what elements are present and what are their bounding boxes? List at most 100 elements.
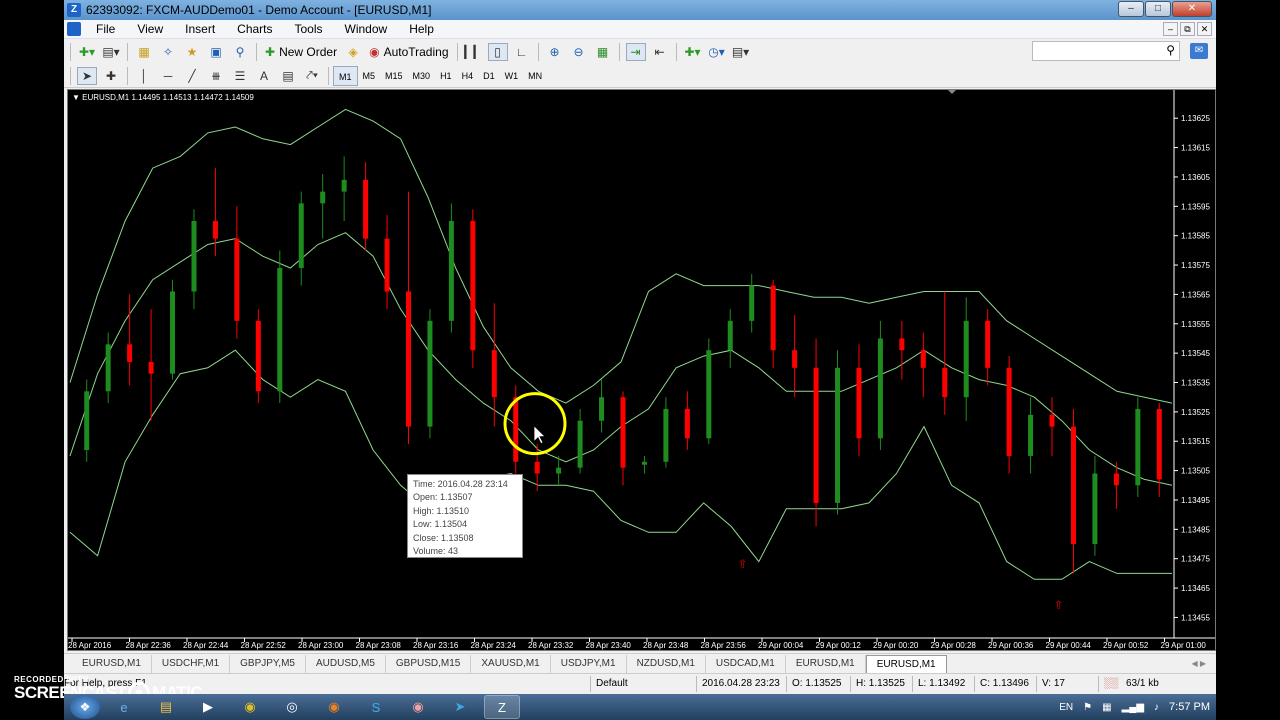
- tab-usdcad-m1[interactable]: USDCAD,M1: [706, 654, 786, 673]
- chart-window[interactable]: 1.13625 1.13615 1.13605 1.13595 1.13585 1.135…: [67, 89, 1216, 651]
- tray-flag-icon[interactable]: ⚑: [1083, 702, 1092, 713]
- indicators-icon[interactable]: ✚▾: [683, 43, 703, 61]
- timeframe-m5[interactable]: M5: [358, 66, 381, 86]
- tab-gbpjpy-m5[interactable]: GBPJPY,M5: [230, 654, 306, 673]
- timeframe-h4[interactable]: H4: [457, 66, 479, 86]
- tab-xauusd-m1[interactable]: XAUUSD,M1: [471, 654, 551, 673]
- equidistant-channel-icon[interactable]: ⧻: [206, 67, 226, 85]
- tab-eurusd-m1-2[interactable]: EURUSD,M1: [786, 654, 866, 673]
- bar-chart-icon[interactable]: ▎▎: [464, 43, 484, 61]
- menu-help[interactable]: Help: [398, 22, 445, 36]
- minimize-button[interactable]: –: [1118, 1, 1144, 17]
- firefox-taskbar-icon[interactable]: ◉: [316, 695, 352, 719]
- candle-body: [1113, 473, 1119, 486]
- price-chart[interactable]: 1.13625 1.13615 1.13605 1.13595 1.13585 1.135…: [68, 90, 1215, 650]
- strategy-tester-icon[interactable]: ⚲: [230, 43, 250, 61]
- autotrading-button[interactable]: ◉ AutoTrading: [365, 42, 452, 62]
- tray-clock[interactable]: 7:57 PM: [1169, 701, 1210, 713]
- data-window-icon[interactable]: ✧: [158, 43, 178, 61]
- tab-nzdusd-m1[interactable]: NZDUSD,M1: [627, 654, 706, 673]
- navigator-icon[interactable]: ★: [182, 43, 202, 61]
- tab-eurusd-m1-active[interactable]: EURUSD,M1: [865, 654, 947, 673]
- new-order-button[interactable]: ✚ New Order: [261, 42, 341, 62]
- close-button[interactable]: ✕: [1172, 1, 1212, 17]
- tray-network-icon[interactable]: ▦: [1102, 702, 1111, 713]
- new-chart-icon[interactable]: ✚▾: [77, 43, 97, 61]
- periods-icon[interactable]: ◷▾: [707, 43, 727, 61]
- language-indicator[interactable]: EN: [1059, 702, 1073, 713]
- media-taskbar-icon[interactable]: ▶: [190, 695, 226, 719]
- price-tick-label: 1.13595: [1181, 202, 1210, 211]
- menu-insert[interactable]: Insert: [174, 22, 226, 36]
- menu-file[interactable]: File: [85, 22, 126, 36]
- status-bar: For Help, press F1 Default 2016.04.28 23…: [64, 673, 1216, 694]
- profiles-icon[interactable]: ▤▾: [101, 43, 121, 61]
- tab-scroll-icon[interactable]: ◀ ▶: [1191, 659, 1206, 668]
- tab-usdchf-m1[interactable]: USDCHF,M1: [152, 654, 231, 673]
- child-restore-button[interactable]: ⧉: [1180, 22, 1195, 36]
- menu-view[interactable]: View: [126, 22, 174, 36]
- telegram-taskbar-icon[interactable]: ➤: [442, 695, 478, 719]
- fibonacci-icon[interactable]: ☰: [230, 67, 250, 85]
- market-watch-icon[interactable]: ▦: [134, 43, 154, 61]
- chart-shift-icon[interactable]: ⇤: [650, 43, 670, 61]
- time-tick-label: 29 Apr 00:12: [816, 641, 862, 650]
- search-input[interactable]: ⚲: [1032, 41, 1180, 61]
- cursor-icon[interactable]: ➤: [77, 66, 97, 85]
- horizontal-line-icon[interactable]: ─: [158, 67, 178, 85]
- child-minimize-button[interactable]: –: [1163, 22, 1178, 36]
- tab-gbpusd-m15[interactable]: GBPUSD,M15: [386, 654, 472, 673]
- child-close-button[interactable]: ✕: [1197, 22, 1212, 36]
- candle-body: [427, 320, 433, 427]
- tray-signal-icon[interactable]: ▂▄▆: [1122, 702, 1144, 713]
- auto-scroll-icon[interactable]: ⇥: [625, 43, 646, 61]
- terminal-taskbar-icon[interactable]: Z: [484, 695, 520, 719]
- candlestick-chart-icon[interactable]: ▯: [487, 43, 508, 61]
- music-taskbar-icon[interactable]: ◉: [400, 695, 436, 719]
- vertical-line-icon[interactable]: │: [134, 67, 154, 85]
- terminal-icon[interactable]: ▣: [206, 43, 226, 61]
- text-label-icon[interactable]: ▤: [278, 67, 298, 85]
- status-low: L: 1.13492: [918, 678, 966, 689]
- tab-eurusd-m1[interactable]: EURUSD,M1: [72, 654, 152, 673]
- menu-tools[interactable]: Tools: [284, 22, 334, 36]
- maximize-button[interactable]: □: [1145, 1, 1171, 17]
- shift-marker-icon: [948, 90, 956, 94]
- timeframe-h1[interactable]: H1: [435, 66, 457, 86]
- timeframe-w1[interactable]: W1: [500, 66, 524, 86]
- timeframe-mn[interactable]: MN: [523, 66, 547, 86]
- tile-windows-icon[interactable]: ▦: [593, 43, 613, 61]
- signal-arrow-icon: ⇧: [1054, 599, 1063, 612]
- zoom-in-icon[interactable]: ⊕: [545, 43, 565, 61]
- crosshair-icon[interactable]: ✚: [101, 67, 121, 85]
- new-order-icon: ✚: [265, 45, 276, 59]
- metaeditor-icon[interactable]: ◈: [343, 43, 363, 61]
- tab-audusd-m5[interactable]: AUDUSD,M5: [306, 654, 386, 673]
- status-profile[interactable]: Default: [596, 678, 628, 689]
- arrows-icon[interactable]: ⤤▾: [302, 67, 322, 85]
- menu-window[interactable]: Window: [334, 22, 399, 36]
- app-taskbar-icon[interactable]: ◎: [274, 695, 310, 719]
- start-button[interactable]: ❖: [70, 695, 100, 719]
- time-tick-label: 29 Apr 00:20: [873, 641, 919, 650]
- price-tick-label: 1.13585: [1181, 232, 1210, 241]
- zoom-out-icon[interactable]: ⊖: [569, 43, 589, 61]
- tray-volume-icon[interactable]: ♪: [1154, 702, 1159, 713]
- skype-taskbar-icon[interactable]: S: [358, 695, 394, 719]
- menu-charts[interactable]: Charts: [226, 22, 283, 36]
- chrome-taskbar-icon[interactable]: ◉: [232, 695, 268, 719]
- ie-taskbar-icon[interactable]: e: [106, 695, 142, 719]
- timeframe-d1[interactable]: D1: [478, 66, 500, 86]
- timeframe-m30[interactable]: M30: [408, 66, 436, 86]
- line-chart-icon[interactable]: ∟: [512, 43, 532, 61]
- trendline-icon[interactable]: ╱: [182, 67, 202, 85]
- community-icon[interactable]: ✉: [1190, 43, 1208, 59]
- timeframe-m15[interactable]: M15: [380, 66, 408, 86]
- candle-body: [341, 179, 347, 192]
- tab-usdjpy-m1[interactable]: USDJPY,M1: [551, 654, 627, 673]
- time-tick-label: 28 Apr 23:32: [528, 641, 574, 650]
- text-icon[interactable]: A: [254, 67, 274, 85]
- explorer-taskbar-icon[interactable]: ▤: [148, 695, 184, 719]
- templates-icon[interactable]: ▤▾: [731, 43, 751, 61]
- timeframe-m1[interactable]: M1: [333, 65, 358, 86]
